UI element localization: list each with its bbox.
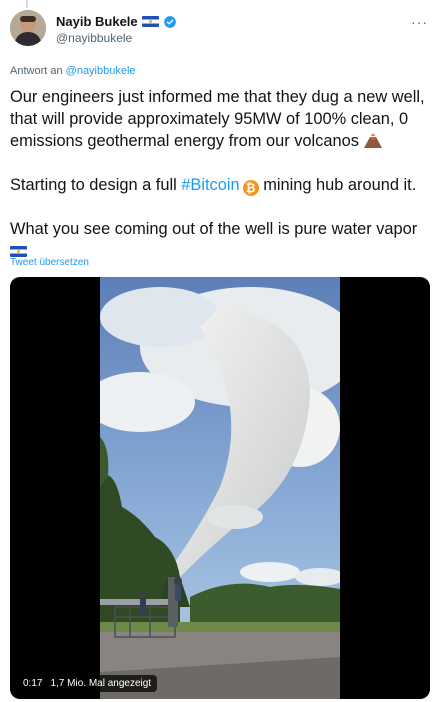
bitcoin-hashtag-link[interactable]: #Bitcoin (181, 176, 239, 194)
avatar[interactable] (10, 10, 46, 46)
reply-target-link[interactable]: @nayibbukele (66, 65, 136, 77)
video-view-count: 1,7 Mio. Mal angezeigt (50, 678, 152, 689)
author-names: Nayib Bukele @nayibbukele (56, 14, 177, 45)
reply-context: Antwort an @nayibbukele (10, 65, 136, 77)
bitcoin-icon: ₿ (242, 180, 259, 196)
reply-prefix: Antwort an (10, 65, 63, 77)
author-handle[interactable]: @nayibbukele (56, 31, 177, 45)
tweet-paragraph-3: What you see coming out of the well is p… (10, 218, 435, 262)
video-player[interactable]: 0:17 1,7 Mio. Mal angezeigt (10, 277, 430, 699)
verified-badge-icon (163, 15, 176, 28)
tweet-line-2-after: mining hub around it. (263, 176, 417, 194)
tweet-header: Nayib Bukele @nayibbukele ··· (10, 10, 430, 54)
video-frame-image (100, 277, 340, 699)
translate-tweet-link[interactable]: Tweet übersetzen (10, 257, 89, 268)
el-salvador-flag-icon (10, 246, 27, 257)
thread-connector-line (26, 0, 28, 8)
tweet-line-1: Our engineers just informed me that they… (10, 88, 425, 150)
display-name[interactable]: Nayib Bukele (56, 14, 138, 29)
el-salvador-flag-icon (141, 16, 159, 27)
tweet-line-2-before: Starting to design a full (10, 176, 177, 194)
tweet-line-3: What you see coming out of the well is p… (10, 220, 418, 238)
volcano-icon (364, 133, 383, 148)
tweet-paragraph-1: Our engineers just informed me that they… (10, 86, 435, 152)
video-overlay: 0:17 1,7 Mio. Mal angezeigt (17, 675, 158, 692)
video-time: 0:17 (23, 678, 43, 689)
tweet-text: Our engineers just informed me that they… (10, 86, 435, 262)
name-row: Nayib Bukele (56, 14, 177, 29)
more-options-icon[interactable]: ··· (411, 14, 428, 30)
tweet-paragraph-2: Starting to design a full #Bitcoin ₿ mini… (10, 174, 435, 196)
